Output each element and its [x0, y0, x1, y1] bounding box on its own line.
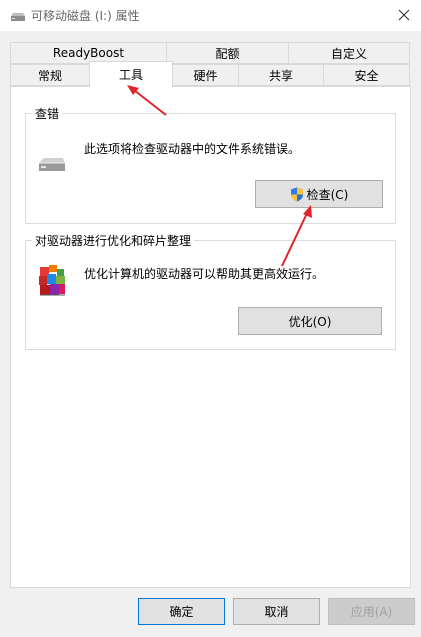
apply-button: 应用(A) — [328, 598, 415, 625]
optimize-group: 对驱动器进行优化和碎片整理 优化计算机的驱动器可以帮助其更高效运行。 优化(O) — [25, 232, 396, 350]
error-check-group: 查错 此选项将检查驱动器中的文件系统错误。 检查(C) — [25, 105, 396, 224]
tab-label: 硬件 — [193, 68, 218, 83]
tab-label: 配额 — [215, 46, 240, 61]
optimize-description: 优化计算机的驱动器可以帮助其更高效运行。 — [84, 267, 325, 281]
title-bar: 可移动磁盘 (I:) 属性 — [0, 0, 421, 31]
tab-label: 工具 — [118, 68, 143, 82]
tab-sharing[interactable]: 共享 — [238, 64, 324, 86]
drive-icon — [10, 11, 26, 25]
cancel-button-label: 取消 — [264, 605, 289, 619]
tab-label: 安全 — [354, 68, 379, 83]
tools-panel: 查错 此选项将检查驱动器中的文件系统错误。 检查(C) 对驱动器进行优化和碎片整… — [10, 86, 411, 588]
tab-quota[interactable]: 配额 — [166, 42, 289, 64]
close-button[interactable] — [393, 4, 415, 26]
tab-customize[interactable]: 自定义 — [288, 42, 410, 64]
tab-label: 共享 — [268, 68, 293, 83]
cancel-button[interactable]: 取消 — [233, 598, 320, 625]
tab-hardware[interactable]: 硬件 — [172, 64, 239, 86]
optimize-button[interactable]: 优化(O) — [238, 307, 382, 335]
close-icon — [398, 9, 410, 21]
tab-label: 常规 — [37, 68, 62, 83]
shield-icon — [290, 187, 303, 201]
drive-icon — [36, 156, 66, 177]
defrag-icon — [36, 263, 68, 302]
error-check-description: 此选项将检查驱动器中的文件系统错误。 — [84, 142, 301, 156]
ok-button[interactable]: 确定 — [138, 598, 225, 625]
tab-general[interactable]: 常规 — [10, 64, 90, 86]
optimize-button-label: 优化(O) — [288, 314, 332, 329]
group-title: 对驱动器进行优化和碎片整理 — [32, 232, 195, 249]
ok-button-label: 确定 — [169, 605, 194, 619]
tab-tools[interactable]: 工具 — [89, 61, 173, 87]
window-title: 可移动磁盘 (I:) 属性 — [31, 9, 140, 23]
group-title: 查错 — [32, 105, 63, 122]
tab-security[interactable]: 安全 — [323, 64, 410, 86]
check-button[interactable]: 检查(C) — [255, 180, 383, 208]
tab-label: ReadyBoost — [52, 46, 125, 60]
apply-button-label: 应用(A) — [350, 605, 393, 619]
tab-label: 自定义 — [330, 46, 367, 61]
check-button-label: 检查(C) — [306, 187, 349, 202]
